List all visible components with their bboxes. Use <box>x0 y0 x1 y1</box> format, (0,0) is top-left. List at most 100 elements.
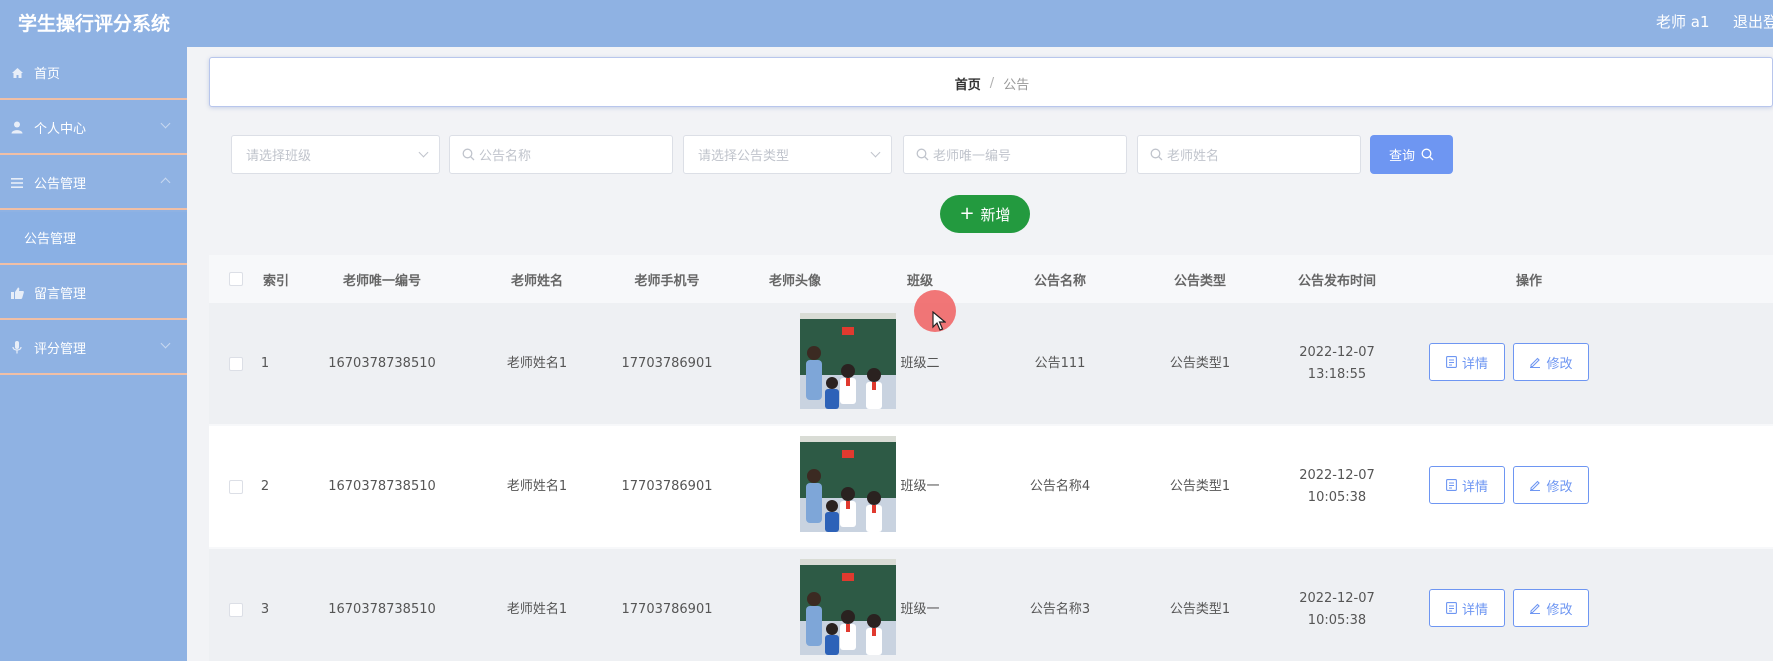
menu-icon <box>10 176 24 190</box>
add-button-label: 新增 <box>980 205 1011 224</box>
cell-phone: 17703786901 <box>621 478 713 494</box>
sidebar-item-label: 个人中心 <box>34 122 87 137</box>
home-icon <box>10 66 24 80</box>
cell-time: 2022-12-07 10:05:38 <box>1299 467 1375 505</box>
breadcrumb: 首页 / 公告 <box>210 58 1773 108</box>
user-icon <box>10 121 24 135</box>
edit-button[interactable]: 修改 <box>1513 343 1589 381</box>
cell-phone: 17703786901 <box>621 601 713 617</box>
class-select-placeholder: 请选择班级 <box>246 149 312 164</box>
sidebar: 首页 个人中心 公告管理 公告管理 留言管理 评分管理 <box>0 47 187 661</box>
document-icon <box>1446 356 1457 368</box>
cell-index: 2 <box>260 478 270 494</box>
chevron-down-icon <box>870 147 881 158</box>
cell-title: 公告名称4 <box>1029 478 1091 494</box>
breadcrumb-card: 首页 / 公告 <box>209 57 1773 107</box>
detail-button-label: 详情 <box>1461 356 1488 372</box>
sidebar-subitem-notice[interactable]: 公告管理 <box>0 212 187 265</box>
cell-title: 公告111 <box>1034 355 1086 371</box>
table-row: 1 1670378738510 老师姓名1 17703786901 班级二 公告… <box>209 303 1773 424</box>
mic-icon <box>10 341 24 355</box>
cell-teacher-id: 1670378738510 <box>328 601 436 617</box>
row-checkbox[interactable] <box>229 480 243 494</box>
cell-teacher-name: 老师姓名1 <box>506 601 568 617</box>
edit-button-label: 修改 <box>1546 602 1573 618</box>
edit-button-label: 修改 <box>1546 479 1573 495</box>
chevron-down-icon <box>160 118 171 129</box>
query-button[interactable]: 查询 <box>1370 135 1453 174</box>
column-header: 老师唯一编号 <box>342 273 421 289</box>
app-title: 学生操行评分系统 <box>18 13 171 35</box>
logout-link[interactable]: 退出登录 <box>1733 11 1773 32</box>
table-header: 索引 老师唯一编号 老师姓名 老师手机号 老师头像 班级 公告名称 公告类型 公… <box>209 255 1773 303</box>
cell-phone: 17703786901 <box>621 355 713 371</box>
thumb-icon <box>10 286 24 300</box>
notice-type-select[interactable]: 请选择公告类型 <box>683 135 892 174</box>
sidebar-item-label: 公告管理 <box>34 177 87 192</box>
chevron-up-icon <box>160 177 171 188</box>
add-button[interactable]: + 新增 <box>940 195 1030 233</box>
breadcrumb-home[interactable]: 首页 <box>955 74 981 93</box>
breadcrumb-separator: / <box>989 75 995 91</box>
document-icon <box>1446 602 1457 614</box>
edit-icon <box>1530 603 1541 614</box>
main-content: 首页 / 公告 请选择班级 公告名称 请选择公告类型 老师唯一编号 老师姓名 查… <box>187 47 1773 661</box>
column-header: 公告发布时间 <box>1297 273 1376 289</box>
sidebar-item-message[interactable]: 留言管理 <box>0 267 187 320</box>
cell-teacher-name: 老师姓名1 <box>506 355 568 371</box>
cell-index: 3 <box>260 601 270 617</box>
cell-class: 班级一 <box>900 478 940 494</box>
edit-button-label: 修改 <box>1546 356 1573 372</box>
cell-type: 公告类型1 <box>1169 355 1231 371</box>
search-icon <box>1421 148 1434 161</box>
notice-name-input[interactable]: 公告名称 <box>449 135 673 174</box>
edit-icon <box>1530 357 1541 368</box>
search-icon <box>1150 148 1163 161</box>
plus-icon: + <box>959 203 975 224</box>
cell-title: 公告名称3 <box>1029 601 1091 617</box>
row-checkbox[interactable] <box>229 357 243 371</box>
search-icon <box>462 148 475 161</box>
chevron-down-icon <box>160 338 171 349</box>
cursor-icon <box>932 311 946 331</box>
sidebar-item-profile[interactable]: 个人中心 <box>0 102 187 155</box>
teacher-name-placeholder: 老师姓名 <box>1167 149 1220 164</box>
column-header: 操作 <box>1515 273 1542 289</box>
cell-class: 班级一 <box>900 601 940 617</box>
edit-button[interactable]: 修改 <box>1513 589 1589 627</box>
breadcrumb-current: 公告 <box>1003 77 1030 93</box>
detail-button[interactable]: 详情 <box>1429 343 1505 381</box>
notice-table: 索引 老师唯一编号 老师姓名 老师手机号 老师头像 班级 公告名称 公告类型 公… <box>209 255 1773 661</box>
column-header: 老师头像 <box>768 273 821 289</box>
detail-button-label: 详情 <box>1461 479 1488 495</box>
detail-button[interactable]: 详情 <box>1429 466 1505 504</box>
query-button-label: 查询 <box>1388 149 1415 164</box>
search-icon <box>916 148 929 161</box>
cell-time: 2022-12-07 13:18:55 <box>1299 344 1375 382</box>
row-checkbox[interactable] <box>229 603 243 617</box>
select-all-checkbox[interactable] <box>229 272 243 286</box>
user-name: 老师 a1 <box>1656 13 1710 31</box>
column-header: 老师姓名 <box>510 273 563 289</box>
cell-teacher-id: 1670378738510 <box>328 478 436 494</box>
cell-teacher-name: 老师姓名1 <box>506 478 568 494</box>
cell-type: 公告类型1 <box>1169 601 1231 617</box>
edit-button[interactable]: 修改 <box>1513 466 1589 504</box>
detail-button[interactable]: 详情 <box>1429 589 1505 627</box>
notice-name-placeholder: 公告名称 <box>479 149 532 164</box>
cell-index: 1 <box>260 355 270 371</box>
chevron-down-icon <box>418 147 429 158</box>
column-header: 老师手机号 <box>634 273 700 289</box>
teacher-name-input[interactable]: 老师姓名 <box>1137 135 1361 174</box>
sidebar-item-notice[interactable]: 公告管理 <box>0 157 187 210</box>
sidebar-item-score[interactable]: 评分管理 <box>0 322 187 375</box>
teacher-id-input[interactable]: 老师唯一编号 <box>903 135 1127 174</box>
class-select[interactable]: 请选择班级 <box>231 135 440 174</box>
sidebar-item-home[interactable]: 首页 <box>0 47 187 100</box>
table-row: 3 1670378738510 老师姓名1 17703786901 班级一 公告… <box>209 549 1773 661</box>
cell-teacher-id: 1670378738510 <box>328 355 436 371</box>
sidebar-item-label: 首页 <box>34 67 61 82</box>
edit-icon <box>1530 480 1541 491</box>
teacher-id-placeholder: 老师唯一编号 <box>933 149 1012 164</box>
column-header: 公告类型 <box>1173 273 1226 289</box>
